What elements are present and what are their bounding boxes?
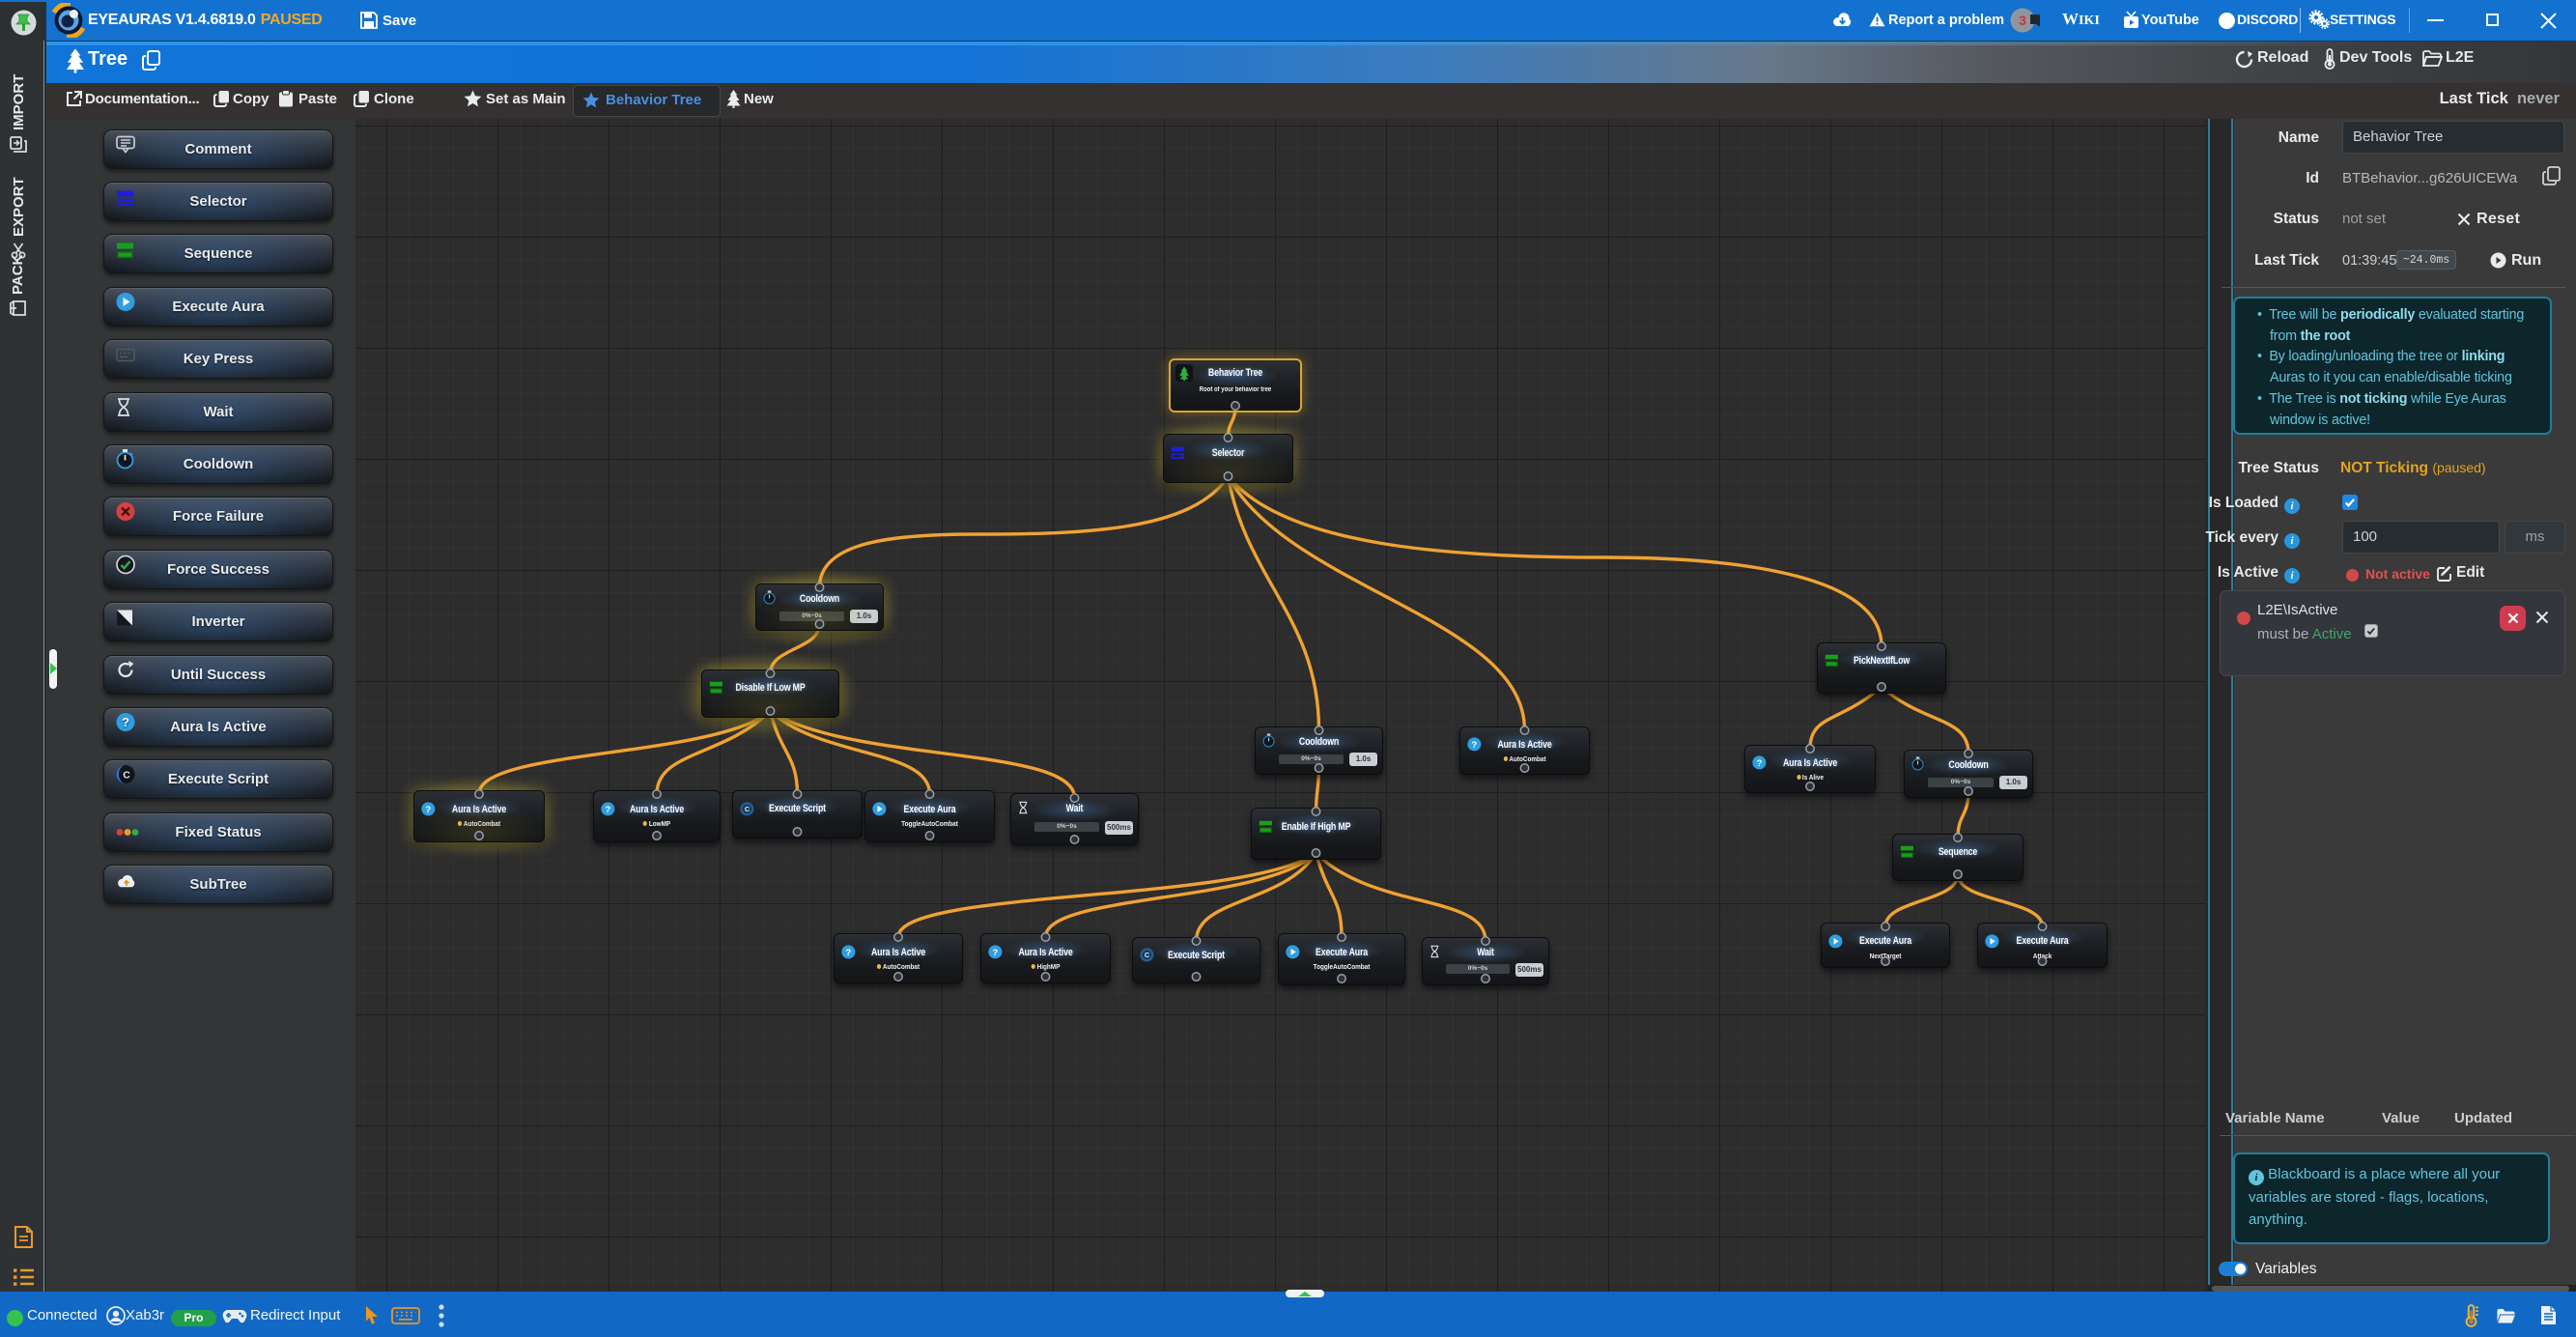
svg-text:C: C: [123, 769, 130, 781]
svg-text:3: 3: [2019, 13, 2026, 28]
svg-text:?: ?: [122, 715, 129, 729]
